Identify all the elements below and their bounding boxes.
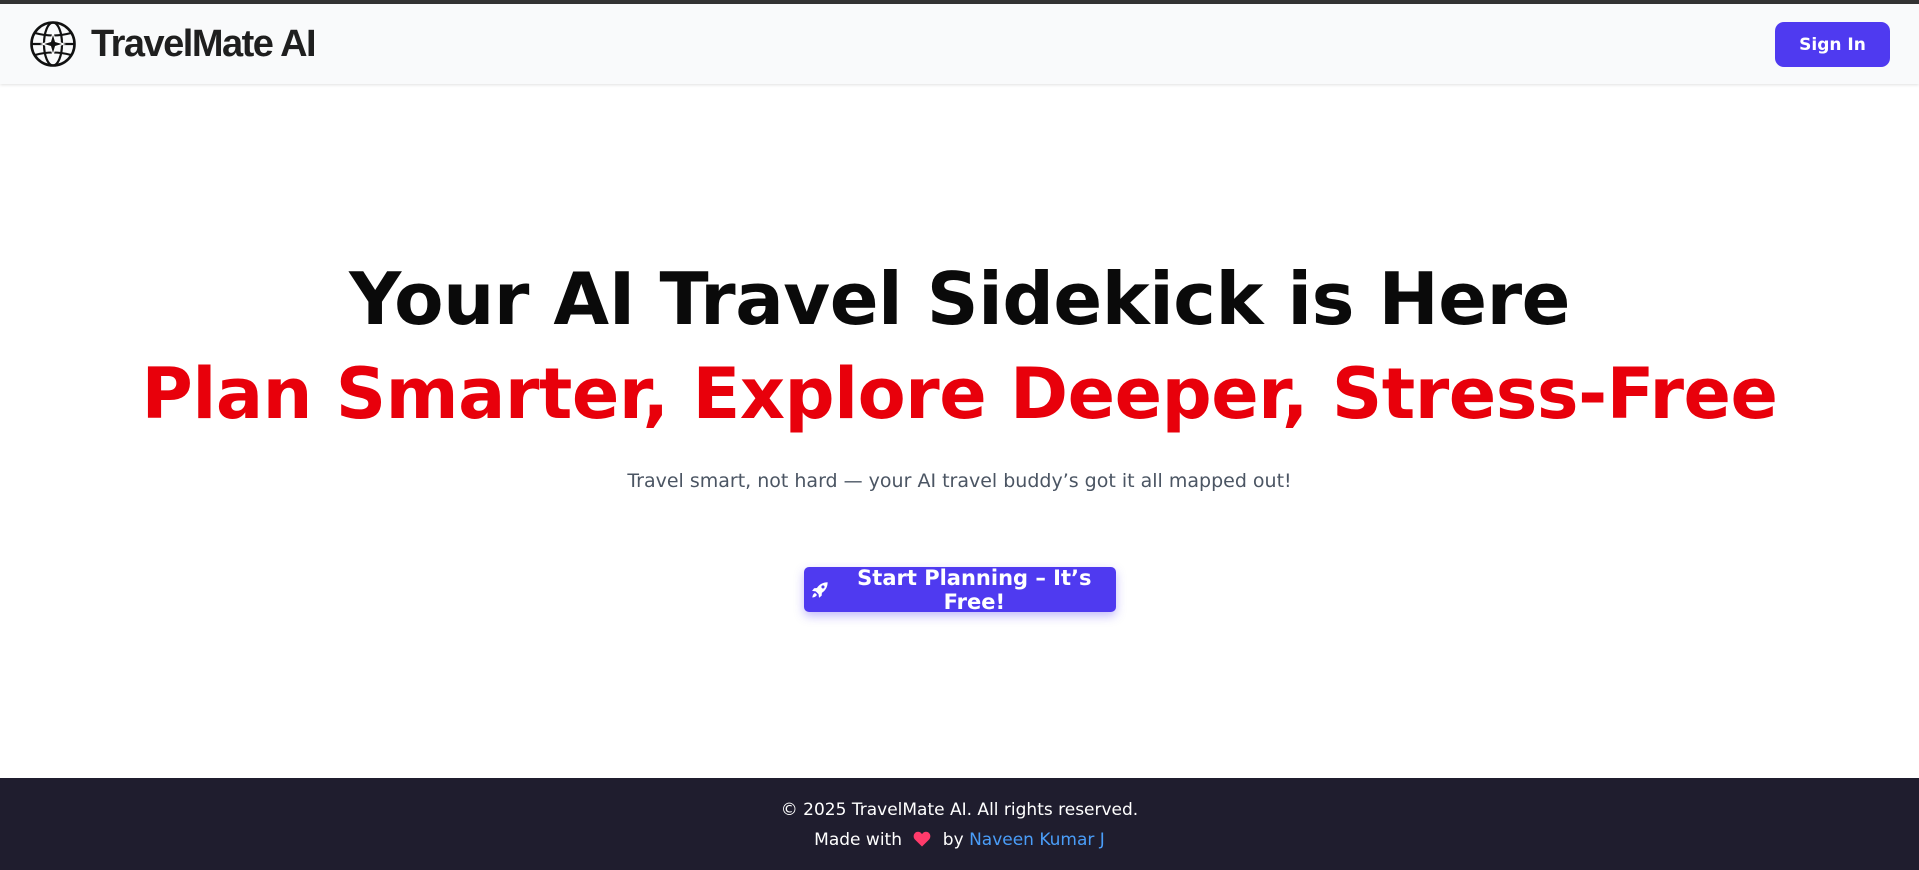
start-planning-label: Start Planning – It’s Free! [857,565,1092,614]
rocket-icon [812,581,828,598]
sign-in-button[interactable]: Sign In [1775,22,1890,67]
copyright-text: © 2025 TravelMate AI. All rights reserve… [780,800,1139,820]
hero-subtitle: Plan Smarter, Explore Deeper, Stress-Fre… [141,353,1778,435]
heart-icon [914,831,931,847]
logo[interactable]: TravelMate AI [29,19,317,69]
by-text: by [942,830,964,850]
made-with-text: Made with [814,830,902,850]
hero-section: Your AI Travel Sidekick is Here Plan Sma… [0,84,1919,778]
site-footer: © 2025 TravelMate AI. All rights reserve… [0,778,1919,870]
site-header: TravelMate AI Sign In [0,4,1919,84]
made-with-line: Made with by Naveen Kumar J [0,830,1919,850]
start-planning-button[interactable]: Start Planning – It’s Free! [804,565,1116,614]
globe-sparkle-icon [30,21,76,67]
app-name: TravelMate AI [91,22,317,65]
hero-title: Your AI Travel Sidekick is Here [349,257,1570,341]
hero-tagline: Travel smart, not hard — your AI travel … [627,470,1292,492]
author-link[interactable]: Naveen Kumar J [969,830,1105,850]
